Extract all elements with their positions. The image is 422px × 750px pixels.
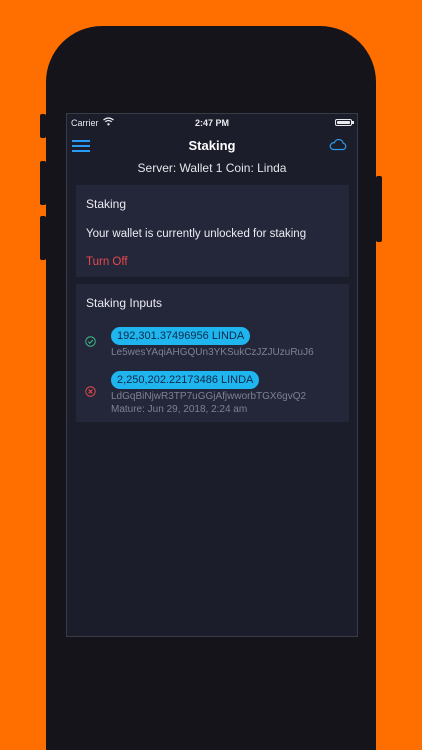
input-mature-date: Mature: Jun 29, 2018, 2:24 am <box>111 404 248 415</box>
x-circle-icon <box>85 386 96 397</box>
page-title: Staking <box>188 138 236 153</box>
app-screen: Carrier 2:47 PM Staking Server: Wallet 1… <box>66 113 358 637</box>
power-button <box>376 176 382 242</box>
input-address: Le5wesYAqiAHGQUn3YKSukCzJZJUzuRuJ6 <box>111 347 314 358</box>
volume-up-button <box>40 161 46 205</box>
check-circle-icon <box>85 336 96 347</box>
status-bar: Carrier 2:47 PM <box>67 114 357 132</box>
input-amount-badge: 192,301.37496956 LINDA <box>111 327 251 345</box>
staking-card-title: Staking <box>86 197 127 211</box>
staking-status-message: Your wallet is currently unlocked for st… <box>86 228 307 240</box>
server-info: Server: Wallet 1 Coin: Linda <box>137 161 287 175</box>
cloud-icon[interactable] <box>329 139 347 151</box>
volume-down-button <box>40 216 46 260</box>
turn-off-button[interactable]: Turn Off <box>86 256 128 268</box>
staking-inputs-card: Staking Inputs 192,301.37496956 LINDA Le… <box>76 284 349 422</box>
staking-status-card: Staking Your wallet is currently unlocke… <box>76 185 349 277</box>
input-amount-badge: 2,250,202.22173486 LINDA <box>111 371 260 389</box>
nav-bar: Staking <box>67 132 357 158</box>
mute-switch <box>40 114 46 138</box>
clock-time: 2:47 PM <box>194 118 229 128</box>
battery-icon <box>335 119 354 126</box>
input-address: LdGqBiNjwR3TP7uGGjAfjwworbTGX6gvQ2 <box>111 391 307 402</box>
staking-inputs-title: Staking Inputs <box>86 296 163 310</box>
